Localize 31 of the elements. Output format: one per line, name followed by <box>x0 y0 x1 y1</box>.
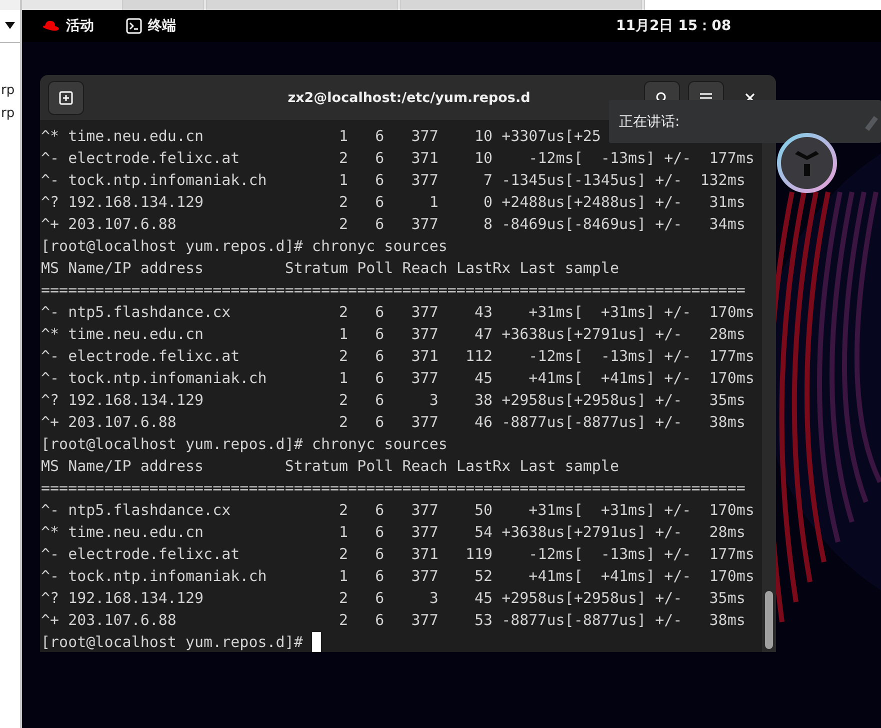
app-menu[interactable]: 终端 <box>148 17 176 35</box>
terminal-line: ============================================================================== <box>41 478 746 499</box>
terminal-line: ^- tock.ntp.infomaniak.ch 1 6 377 52 +41ms[ +41ms] +/- 170ms <box>41 566 756 587</box>
window-title: zx2@localhost:/etc/yum.repos.d <box>286 90 532 106</box>
terminal-line: ^? 192.168.134.129 2 6 3 45 +2958us[+2958us] +/- 35ms <box>41 588 746 609</box>
terminal-line: ^? 192.168.134.129 2 6 3 38 +2958us[+2958us] +/- 35ms <box>41 390 746 411</box>
terminal-line: ^? 192.168.134.129 2 6 1 0 +2488us[+2488us] +/- 31ms <box>41 192 746 213</box>
terminal-line: ^- electrode.felixc.at 2 6 371 10 -12ms[ -13ms] +/- 177ms <box>41 148 756 169</box>
side-text: rp <box>1 105 16 123</box>
terminal-line: [root@localhost yum.repos.d]# chronyc sources <box>41 434 448 455</box>
terminal-line: ^- ntp5.flashdance.cx 2 6 377 43 +31ms[ +31ms] +/- 170ms <box>41 302 756 323</box>
terminal-line: ^* time.neu.edu.cn 1 6 377 47 +3638us[+2791us] +/- 28ms <box>41 324 746 345</box>
terminal-line: ^- electrode.felixc.at 2 6 371 112 -12ms[ -13ms] +/- 177ms <box>41 346 756 367</box>
popup-label: 正在讲话: <box>619 112 681 130</box>
terminal-line: ^- tock.ntp.infomaniak.ch 1 6 377 7 -1345us[-1345us] +/- 132ms <box>41 170 746 191</box>
clock[interactable]: 11月2日 15：08 <box>616 17 732 35</box>
activities-button[interactable]: 活动 <box>66 17 94 35</box>
side-text: rp <box>1 82 16 100</box>
terminal-line: ============================================================================== <box>41 280 746 301</box>
terminal-line: ^- tock.ntp.infomaniak.ch 1 6 377 45 +41ms[ +41ms] +/- 170ms <box>41 368 756 389</box>
terminal-line: ^+ 203.107.6.88 2 6 377 8 -8469us[-8469us] +/- 34ms <box>41 214 746 235</box>
terminal-line: MS Name/IP address Stratum Poll Reach LastRx Last sample <box>41 456 620 477</box>
terminal-line: ^- electrode.felixc.at 2 6 371 119 -12ms[ -13ms] +/- 177ms <box>41 544 756 565</box>
terminal-line: ^+ 203.107.6.88 2 6 377 53 -8877us[-8877us] +/- 38ms <box>41 610 746 631</box>
terminal-line: ^- ntp5.flashdance.cx 2 6 377 50 +31ms[ +31ms] +/- 170ms <box>41 500 756 521</box>
terminal-prompt: [root@localhost yum.repos.d]# <box>41 632 304 652</box>
terminal-line: MS Name/IP address Stratum Poll Reach LastRx Last sample <box>41 258 620 279</box>
terminal-line: ^* time.neu.edu.cn 1 6 377 54 +3638us[+2791us] +/- 28ms <box>41 522 746 543</box>
terminal-line: ^+ 203.107.6.88 2 6 377 46 -8877us[-8877us] +/- 38ms <box>41 412 746 433</box>
terminal-line: [root@localhost yum.repos.d]# chronyc sources <box>41 236 448 257</box>
terminal-line: ^* time.neu.edu.cn 1 6 377 10 +3307us[+25 <box>41 126 602 147</box>
